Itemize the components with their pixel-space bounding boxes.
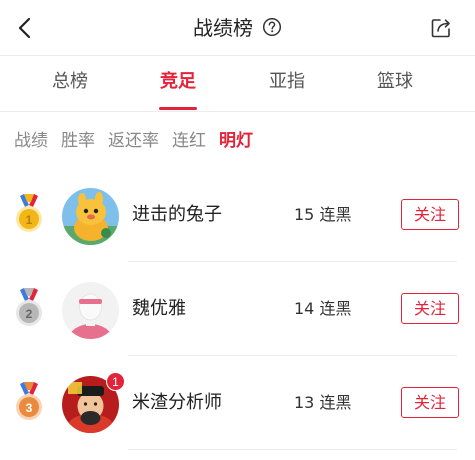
subtab-beacon[interactable]: 明灯 <box>219 127 253 155</box>
avatar[interactable] <box>62 282 119 339</box>
user-name[interactable]: 进击的兔子 <box>132 202 222 228</box>
streak-count: 14 连黑 <box>294 299 352 318</box>
gold-medal-icon <box>16 194 42 232</box>
question-circle-icon[interactable] <box>262 17 282 37</box>
subtab-record[interactable]: 战绩 <box>14 127 48 155</box>
main-tab-bar: 总榜 竞足 亚指 篮球 <box>0 56 475 112</box>
user-name[interactable]: 魏优雅 <box>132 296 186 322</box>
subtab-win-streak[interactable]: 连红 <box>172 127 206 155</box>
notification-badge: 1 <box>106 372 125 391</box>
tab-basketball[interactable]: 篮球 <box>345 56 445 112</box>
subtab-return-rate[interactable]: 返还率 <box>108 127 159 155</box>
bronze-medal-icon <box>16 382 42 420</box>
tab-jingzu[interactable]: 竞足 <box>128 56 228 112</box>
tab-label: 亚指 <box>269 71 305 92</box>
follow-button[interactable]: 关注 <box>401 199 459 230</box>
share-icon[interactable] <box>429 16 453 40</box>
follow-button[interactable]: 关注 <box>401 293 459 324</box>
ranking-row[interactable]: 1 进击的兔子 15 连黑 关注 <box>0 168 475 262</box>
streak-count: 15 连黑 <box>294 205 352 224</box>
divider <box>128 449 457 450</box>
subtab-win-rate[interactable]: 胜率 <box>61 127 95 155</box>
user-name[interactable]: 米渣分析师 <box>132 390 222 416</box>
title-group: 战绩榜 <box>0 14 475 42</box>
tab-label: 总榜 <box>52 71 88 92</box>
tab-label: 篮球 <box>377 71 413 92</box>
top-bar: 战绩榜 <box>0 0 475 56</box>
ranking-row[interactable]: 3 1 米渣分析师 13 连黑 关注 <box>0 356 475 450</box>
avatar[interactable] <box>62 188 119 245</box>
ranking-row[interactable]: 2 魏优雅 14 连黑 关注 <box>0 262 475 356</box>
sub-tab-bar: 战绩 胜率 返还率 连红 明灯 <box>14 127 266 155</box>
follow-button[interactable]: 关注 <box>401 387 459 418</box>
cartoon-character-avatar <box>62 188 119 245</box>
tab-label: 竞足 <box>160 71 196 92</box>
page-title: 战绩榜 <box>192 16 253 40</box>
tab-overall[interactable]: 总榜 <box>20 56 120 112</box>
streak-count: 13 连黑 <box>294 393 352 412</box>
default-user-avatar <box>62 282 119 339</box>
active-tab-indicator <box>159 107 197 110</box>
silver-medal-icon <box>16 288 42 326</box>
tab-asian-handicap[interactable]: 亚指 <box>237 56 337 112</box>
